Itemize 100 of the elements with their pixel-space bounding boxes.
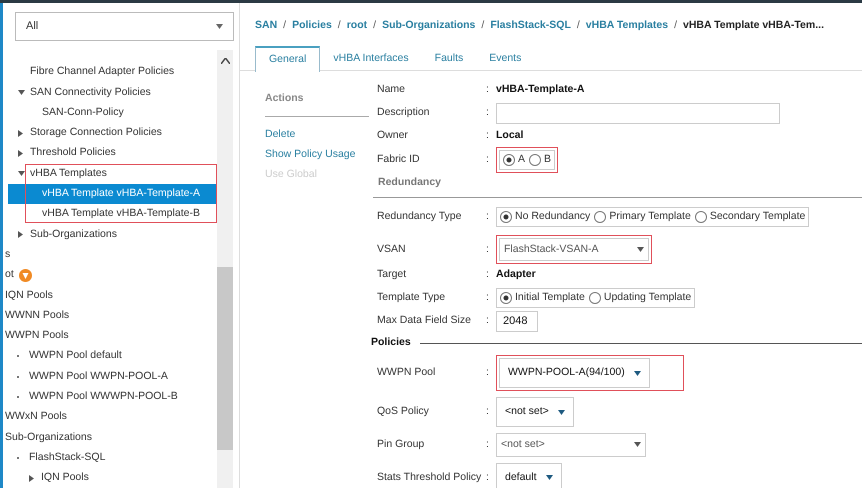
tree-item[interactable]: vHBA Template vHBA-Template-A [8,184,217,204]
colon: : [486,128,490,144]
field-label: Pin Group [377,437,426,452]
tree-item[interactable]: vHBA Templates [3,163,217,184]
radio-label[interactable]: B [544,152,552,168]
radio-label[interactable]: A [518,152,526,168]
breadcrumb-link[interactable]: vHBA Templates [586,18,668,46]
field-label: Fabric ID [377,152,421,167]
tree-item[interactable]: WWPN Pools [3,326,217,346]
field-label: WWPN Pool [377,365,436,380]
tree-item[interactable]: Sub-Organizations [3,427,217,448]
radio-button[interactable] [503,154,515,166]
scrollbar-thumb[interactable] [217,267,233,450]
tree-item[interactable]: WWNN Pools [3,306,217,326]
filter-dropdown[interactable]: All [15,12,234,41]
breadcrumb-separator: / [481,18,484,33]
caret-icon [634,370,641,376]
tree-item[interactable]: SAN Connectivity Policies [3,82,217,103]
colon: : [486,152,490,167]
colon: : [486,209,490,224]
breadcrumb-separator: / [576,18,580,33]
radio-label[interactable]: Secondary Template [710,209,806,225]
tree-item[interactable]: s [3,244,217,265]
breadcrumb-link[interactable]: root [346,18,368,46]
breadcrumb-current: vHBA Template vHBA-Tem... [682,18,824,33]
action-link[interactable]: Show Policy Usage [265,144,356,164]
colon: : [486,290,490,305]
field-label: Name [377,82,406,98]
breadcrumb-separator: / [674,18,677,33]
expand-arrow-icon[interactable] [18,150,23,157]
radio-button[interactable] [594,211,606,223]
expand-arrow-icon[interactable] [18,130,23,137]
expand-arrow-icon[interactable] [29,474,34,482]
tab[interactable]: vHBA Interfaces [320,46,422,71]
colon: : [486,437,490,452]
field-label: Template Type [377,290,446,305]
colon: : [486,82,490,98]
input-field[interactable] [496,102,780,124]
colon: : [486,313,490,328]
radio-button[interactable] [529,154,542,166]
dropdown[interactable]: <not set> [496,397,574,427]
colon: : [486,404,490,420]
tree-item[interactable]: vHBA Template vHBA-Template-B [3,204,217,224]
breadcrumb-link[interactable]: SAN [255,18,278,46]
dropdown[interactable]: FlashStack-VSAN-A [499,238,649,262]
input-field[interactable]: 2048 [496,310,538,332]
radio-button[interactable] [500,211,512,223]
colon: : [486,365,490,380]
tree-item[interactable]: WWxN Pools [3,407,217,428]
radio-label[interactable]: No Redundancy [515,209,590,225]
tab[interactable]: Faults [422,46,476,71]
tree-item[interactable]: Storage Connection Policies [3,122,217,144]
field-value: Adapter [496,267,536,282]
expand-arrow-icon[interactable] [18,231,23,238]
caret-icon [546,475,553,480]
breadcrumb-link[interactable]: Sub-Organizations [382,18,476,46]
section-heading: Redundancy [373,172,862,198]
collapse-arrow-icon[interactable] [18,171,25,176]
tree-item[interactable]: FlashStack-SQL [3,448,217,468]
tree-item[interactable]: Sub-Organizations [3,224,217,245]
scrollbar[interactable] [217,50,233,488]
field-label: Description [377,105,431,120]
field-label: QoS Policy [377,404,430,420]
scroll-up-icon[interactable] [220,58,230,64]
field-label: VSAN [377,242,407,256]
collapse-arrow-icon[interactable] [18,90,25,95]
tree-item[interactable]: WWPN Pool WWPN-POOL-A [3,366,217,387]
field-value: Local [496,128,524,144]
field-label: Target [377,267,408,282]
tab[interactable]: General [255,46,320,72]
radio-label[interactable]: Initial Template [515,290,585,306]
tree-item[interactable]: IQN Pools [3,468,217,488]
colon: : [486,105,490,120]
caret-icon [634,442,641,448]
dropdown[interactable]: default [496,462,562,488]
radio-label[interactable]: Primary Template [609,209,691,225]
radio-button[interactable] [694,211,707,223]
breadcrumb-link[interactable]: Policies [292,18,332,46]
tree-item[interactable]: Threshold Policies [3,143,217,164]
field-value: vHBA-Template-A [496,82,584,98]
breadcrumb-separator: / [283,18,286,33]
tree-item[interactable]: IQN Pools [3,285,217,306]
caret-icon [637,246,644,252]
radio-button[interactable] [500,292,512,304]
radio-label[interactable]: Updating Template [604,290,692,306]
tree-item[interactable]: ot [3,264,217,286]
action-link[interactable]: Delete [265,124,296,144]
tree-item[interactable]: Fibre Channel Adapter Policies [3,62,217,82]
dropdown[interactable]: <not set> [496,433,646,457]
radio-button[interactable] [588,292,601,304]
section-heading: Policies [371,335,411,350]
colon: : [486,242,490,256]
dropdown[interactable]: WWPN-POOL-A(94/100) [499,358,650,388]
breadcrumb-link[interactable]: FlashStack-SQL [490,18,571,46]
caret-icon [216,24,223,29]
tree-item[interactable]: WWPN Pool default [3,346,217,366]
tree-item[interactable]: WWPN Pool WWWPN-POOL-B [3,386,217,408]
tab[interactable]: Events [476,46,534,71]
actions-heading: Actions [265,85,369,117]
tree-item[interactable]: SAN-Conn-Policy [3,102,217,123]
